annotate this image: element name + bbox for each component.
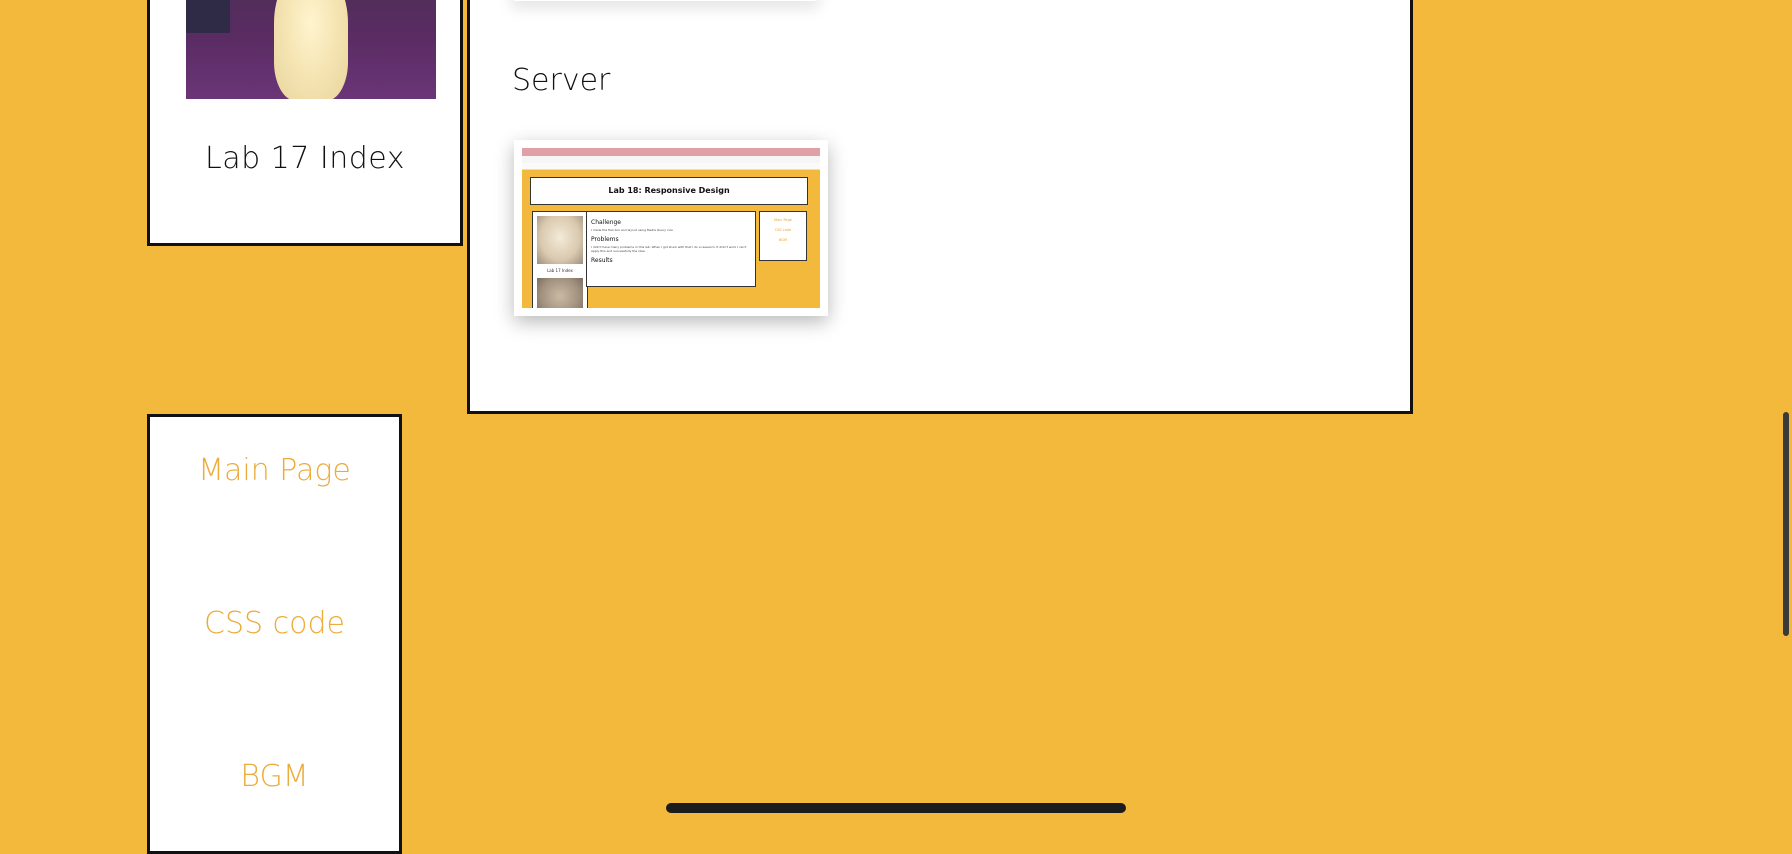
section-title-server: Server xyxy=(512,63,611,98)
screenshot-cat-photo xyxy=(537,216,583,264)
screenshot-nav-bgm: BGM xyxy=(778,238,788,242)
screenshot-tabbar xyxy=(522,148,820,163)
screenshot-main: Challenge I made the flex box and layout… xyxy=(586,211,756,287)
scrollbar-thumb[interactable] xyxy=(1783,412,1789,636)
nav-link-main-page[interactable]: Main Page xyxy=(150,453,399,488)
screenshot-nav-css: CSS code xyxy=(774,228,792,232)
screenshot-heading-challenge: Challenge xyxy=(591,219,621,226)
screenshot-header: Lab 18: Responsive Design xyxy=(530,177,808,205)
duck-photo xyxy=(186,0,436,99)
screenshot-nav-main: Main Page xyxy=(774,218,792,222)
main-content-card: Server Lab 18: Responsive Design Lab 17 … xyxy=(467,0,1413,414)
screenshot-problems-text: I didn't have many problems in this lab.… xyxy=(591,245,747,253)
lab17-index-card[interactable]: Lab 17 Index xyxy=(147,0,463,246)
server-screenshot: Lab 18: Responsive Design Lab 17 Index C… xyxy=(514,140,828,316)
previous-screenshot-shadow xyxy=(510,0,820,1)
screenshot-nav: Main Page CSS code BGM xyxy=(759,211,807,261)
nav-card: Main Page CSS code BGM xyxy=(147,414,402,854)
screenshot-sidebar: Lab 17 Index xyxy=(532,211,588,308)
lab17-index-title[interactable]: Lab 17 Index xyxy=(150,141,460,176)
screenshot-heading-problems: Problems xyxy=(591,236,619,243)
screenshot-cat-photo-2 xyxy=(537,278,583,308)
screenshot-sidebar-label: Lab 17 Index xyxy=(547,268,573,273)
screenshot-challenge-text: I made the flex box and layout using Med… xyxy=(591,228,673,232)
screenshot-browser: Lab 18: Responsive Design Lab 17 Index C… xyxy=(522,148,820,308)
home-indicator-bar[interactable] xyxy=(666,803,1126,813)
nav-link-css-code[interactable]: CSS code xyxy=(150,606,399,641)
screenshot-bookmarks-bar xyxy=(522,163,820,170)
nav-link-bgm[interactable]: BGM xyxy=(150,759,399,794)
screenshot-heading-results: Results xyxy=(591,257,613,264)
